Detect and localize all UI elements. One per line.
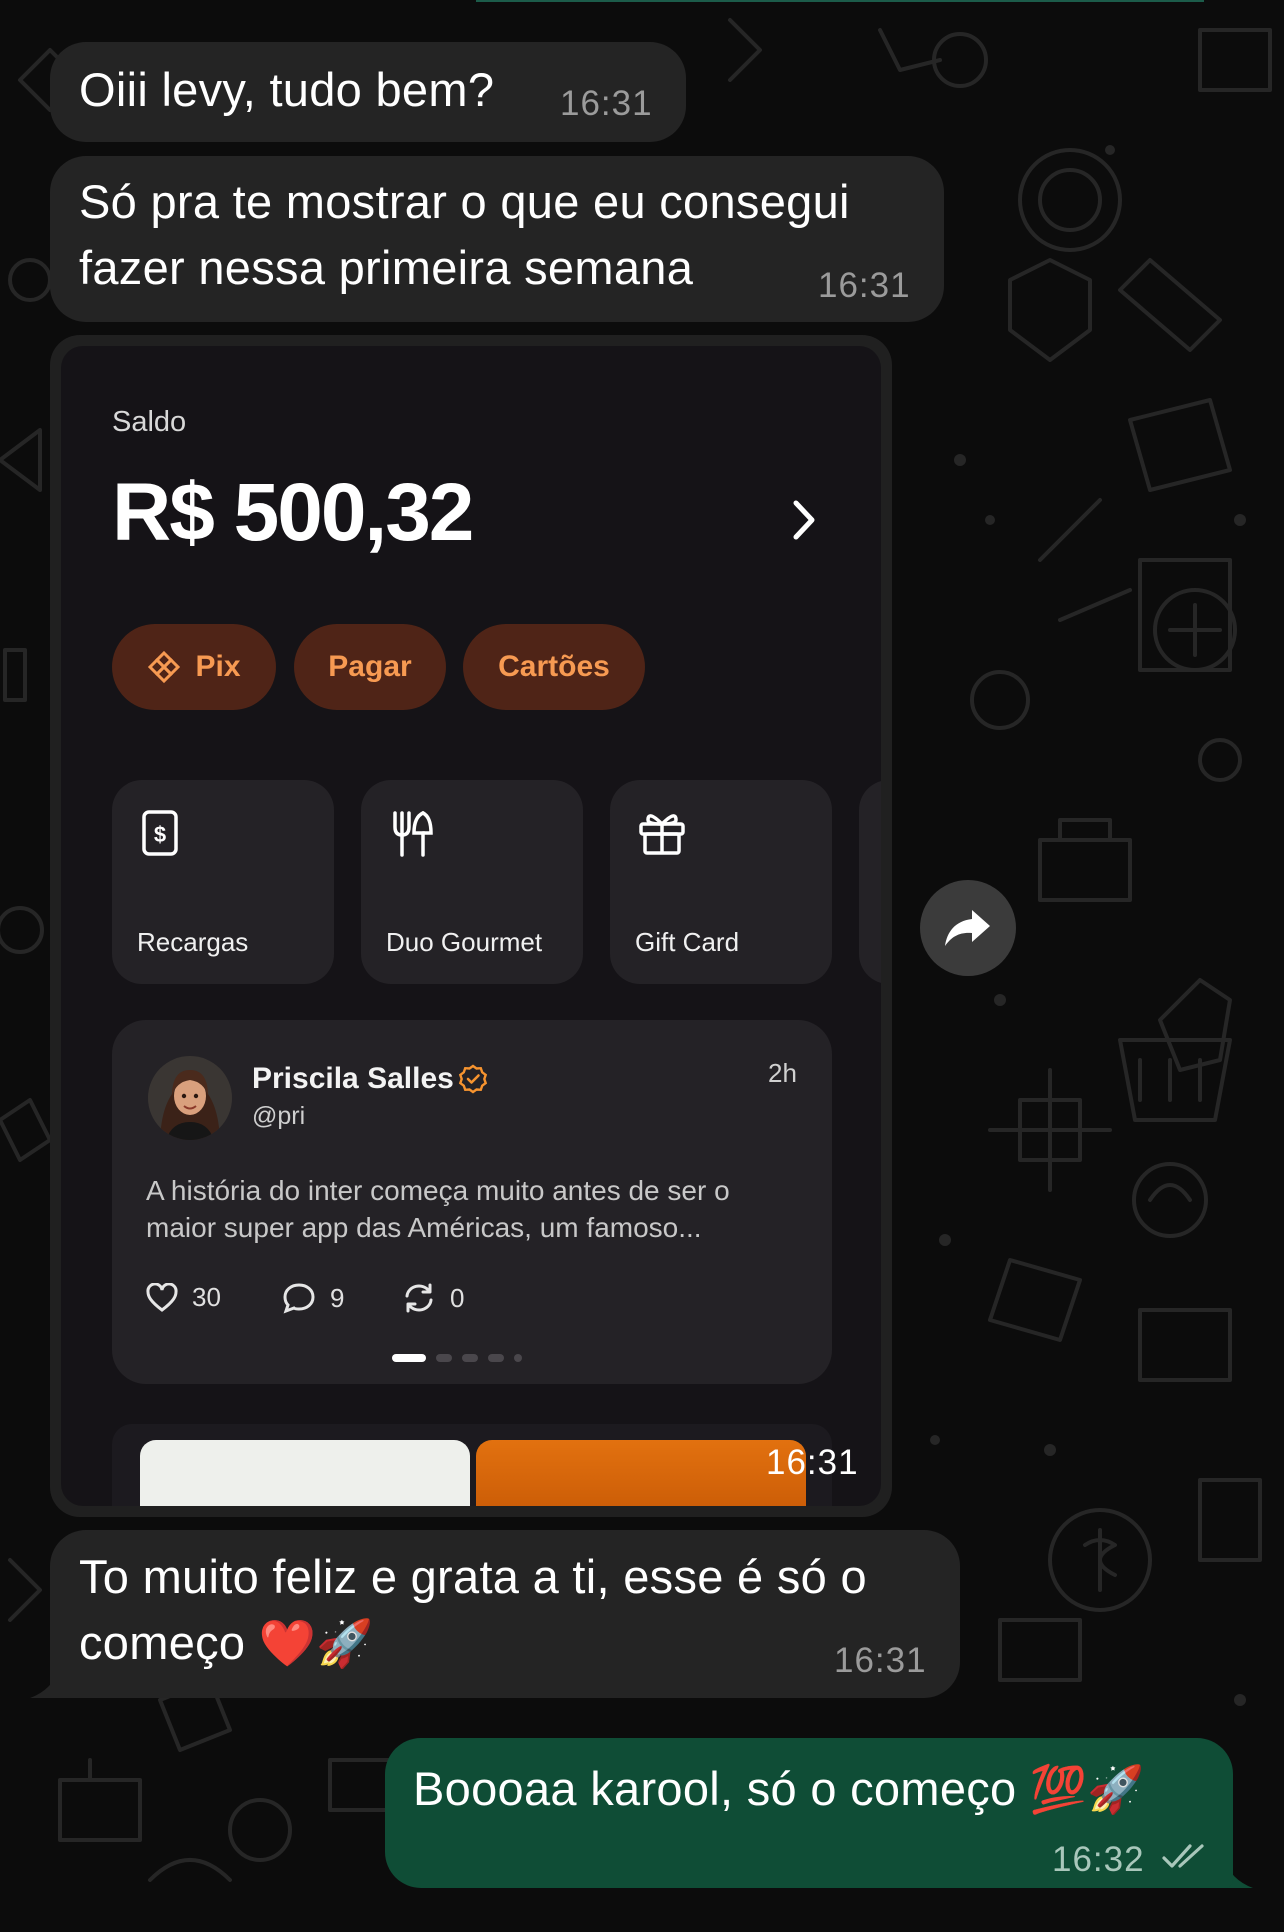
balance-label: Saldo — [112, 406, 187, 438]
carousel-dot — [436, 1354, 452, 1362]
pix-button[interactable]: Pix — [112, 624, 276, 710]
tile-gift-card[interactable]: Gift Card — [610, 780, 832, 984]
repost-icon — [405, 1283, 433, 1313]
message-time: 16:31 — [560, 84, 653, 123]
image-message-time: 16:31 — [766, 1443, 859, 1482]
reposts-stat[interactable]: 0 — [402, 1282, 464, 1314]
post-text: A história do inter começa muito antes d… — [146, 1175, 730, 1243]
pay-label: Pagar — [328, 650, 412, 683]
double-check-read-icon — [1162, 1844, 1204, 1868]
pix-label: Pix — [195, 650, 241, 683]
message-text-line-1: To muito feliz e grata a ti, esse é só o — [79, 1550, 867, 1603]
forward-icon — [945, 910, 990, 946]
likes-stat[interactable]: 30 — [146, 1282, 221, 1313]
reposts-count: 0 — [450, 1282, 465, 1313]
carousel-dot — [488, 1354, 504, 1362]
post-author-handle: @pri — [252, 1102, 306, 1130]
svg-text:$: $ — [154, 822, 166, 847]
incoming-message[interactable]: Oiii levy, tudo bem? 16:31 — [50, 42, 686, 142]
carousel-dot-active — [392, 1354, 426, 1362]
carousel-dot — [462, 1354, 478, 1362]
tile-label: Gift Card — [635, 927, 740, 957]
balance-value: R$ 500,32 — [112, 467, 474, 558]
likes-count: 30 — [192, 1282, 221, 1312]
message-text: Só pra te mostrar o que eu consegui faze… — [79, 169, 850, 301]
tile-recargas[interactable]: $ Recargas — [112, 780, 334, 984]
social-post-card[interactable]: Priscila Salles @pri 2h A história do in… — [112, 1020, 832, 1384]
top-accent-line — [476, 0, 1204, 2]
message-time: 16:31 — [834, 1641, 927, 1680]
message-text-line-2: começo — [79, 1616, 246, 1669]
message-text: To muito feliz e grata a ti, esse é só o… — [79, 1544, 867, 1676]
message-text-line-2: fazer nessa primeira semana — [79, 241, 694, 294]
pix-icon — [148, 650, 181, 684]
tile-partial[interactable] — [859, 780, 881, 984]
message-time: 16:32 — [1052, 1840, 1145, 1879]
verified-badge-icon — [458, 1064, 488, 1094]
cards-label: Cartões — [498, 650, 610, 683]
comments-stat[interactable]: 9 — [282, 1282, 344, 1314]
hundred-rocket-emoji: 💯🚀 — [1029, 1763, 1146, 1815]
app-screenshot[interactable]: Saldo R$ 500,32 Pix Pagar Cartões $ Reca… — [61, 346, 881, 1506]
comments-count: 9 — [330, 1282, 345, 1313]
banner-card-white[interactable] — [140, 1440, 470, 1506]
banner-card-orange[interactable] — [476, 1440, 806, 1506]
avatar[interactable] — [148, 1056, 232, 1140]
post-author-name: Priscila Salles — [252, 1062, 454, 1095]
forward-button[interactable] — [920, 880, 1016, 976]
phone-recharge-icon: $ — [142, 810, 178, 856]
message-time: 16:31 — [818, 266, 911, 305]
post-time: 2h — [768, 1058, 797, 1088]
carousel-dot — [514, 1354, 522, 1362]
incoming-message[interactable]: Só pra te mostrar o que eu consegui faze… — [50, 156, 944, 322]
tile-label: Duo Gourmet — [386, 927, 543, 957]
heart-rocket-emoji: ❤️🚀 — [258, 1617, 374, 1669]
comment-icon — [283, 1283, 315, 1314]
message-text-body: Boooaa karool, só o começo — [413, 1762, 1017, 1815]
tile-duo-gourmet[interactable]: Duo Gourmet — [361, 780, 583, 984]
tile-label: Recargas — [137, 927, 249, 957]
carousel-dots — [392, 1354, 522, 1362]
message-text: Boooaa karool, só o começo 💯🚀 — [413, 1756, 1145, 1822]
heart-icon — [146, 1282, 178, 1312]
gift-icon — [639, 814, 685, 855]
outgoing-message[interactable]: Boooaa karool, só o começo 💯🚀 16:32 — [385, 1738, 1233, 1888]
cutlery-icon — [393, 811, 433, 857]
chevron-right-icon[interactable] — [791, 498, 817, 542]
message-text-line-1: Só pra te mostrar o que eu consegui — [79, 175, 850, 228]
message-text: Oiii levy, tudo bem? — [79, 63, 495, 116]
incoming-message[interactable]: To muito feliz e grata a ti, esse é só o… — [50, 1530, 960, 1698]
cards-button[interactable]: Cartões — [463, 624, 645, 710]
pay-button[interactable]: Pagar — [294, 624, 446, 710]
